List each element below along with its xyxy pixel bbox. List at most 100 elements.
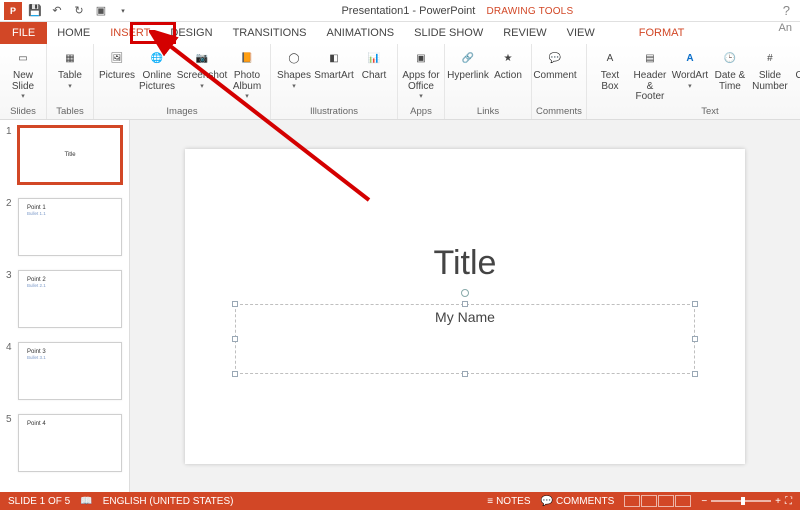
- resize-handle[interactable]: [692, 301, 698, 307]
- selected-textbox[interactable]: My Name: [235, 304, 695, 374]
- shapes-button[interactable]: ◯Shapes: [275, 46, 313, 92]
- thumb-wrap[interactable]: 4Point 3Bullet 3.1: [6, 342, 123, 400]
- slideshow-icon[interactable]: ▣: [92, 2, 110, 20]
- sorter-view-button[interactable]: [641, 495, 657, 507]
- window-title: Presentation1 - PowerPoint DRAWING TOOLS: [132, 5, 783, 17]
- textbox-button[interactable]: AText Box: [591, 46, 629, 94]
- fit-button[interactable]: ⛶: [785, 496, 792, 507]
- photo-album-button[interactable]: 📙Photo Album: [228, 46, 266, 102]
- group-links-label: Links: [449, 105, 527, 119]
- online-pictures-button[interactable]: 🌐Online Pictures: [138, 46, 176, 94]
- resize-handle[interactable]: [462, 301, 468, 307]
- zoom-slider[interactable]: [711, 500, 771, 502]
- screenshot-button[interactable]: 📷Screenshot: [178, 46, 226, 92]
- slide-thumbnail[interactable]: Point 2Bullet 2.1: [18, 270, 122, 328]
- tab-transitions[interactable]: TRANSITIONS: [223, 22, 317, 44]
- resize-handle[interactable]: [462, 371, 468, 377]
- tab-view[interactable]: VIEW: [557, 22, 605, 44]
- tab-design[interactable]: DESIGN: [160, 22, 222, 44]
- help-icon[interactable]: ?: [783, 3, 790, 18]
- shapes-label: Shapes: [277, 71, 311, 82]
- chart-label: Chart: [362, 71, 386, 82]
- smartart-button[interactable]: ◧SmartArt: [315, 46, 353, 84]
- slide-thumbnail[interactable]: Title: [18, 126, 122, 184]
- tab-animations[interactable]: ANIMATIONS: [317, 22, 405, 44]
- group-images: 🖼Pictures 🌐Online Pictures 📷Screenshot 📙…: [94, 44, 271, 119]
- undo-icon[interactable]: ↶: [48, 2, 66, 20]
- table-icon: ▦: [59, 48, 81, 70]
- slide-thumbnail[interactable]: Point 3Bullet 3.1: [18, 342, 122, 400]
- header-footer-button[interactable]: ▤Header & Footer: [631, 46, 669, 105]
- tab-file[interactable]: FILE: [0, 22, 47, 44]
- group-comments: 💬Comment Comments: [532, 44, 587, 119]
- group-apps: ▣Apps for Office Apps: [398, 44, 445, 119]
- zoom-in-button[interactable]: +: [775, 496, 781, 507]
- save-icon[interactable]: 💾: [26, 2, 44, 20]
- tab-insert[interactable]: INSERT: [100, 22, 160, 44]
- chart-icon: 📊: [363, 48, 385, 70]
- action-button[interactable]: ★Action: [489, 46, 527, 84]
- wordart-button[interactable]: AWordArt: [671, 46, 709, 92]
- textbox-content[interactable]: My Name: [236, 305, 694, 325]
- tab-review[interactable]: REVIEW: [493, 22, 556, 44]
- language-status[interactable]: ENGLISH (UNITED STATES): [103, 496, 234, 507]
- apps-icon: ▣: [410, 48, 432, 70]
- slide-thumbnail[interactable]: Point 4: [18, 414, 122, 472]
- pictures-button[interactable]: 🖼Pictures: [98, 46, 136, 84]
- slide-canvas[interactable]: Title My Name: [130, 120, 800, 492]
- group-slides-label: Slides: [4, 105, 42, 119]
- quick-access-toolbar: 💾 ↶ ↻ ▣ ▾: [26, 2, 132, 20]
- resize-handle[interactable]: [232, 336, 238, 342]
- reading-view-button[interactable]: [658, 495, 674, 507]
- zoom-out-button[interactable]: −: [701, 496, 707, 507]
- slideshow-view-button[interactable]: [675, 495, 691, 507]
- notes-button[interactable]: ≡ NOTES: [487, 496, 530, 507]
- comment-icon: 💬: [544, 48, 566, 70]
- redo-icon[interactable]: ↻: [70, 2, 88, 20]
- thumb-wrap[interactable]: 5Point 4: [6, 414, 123, 472]
- object-button[interactable]: ◫Object: [791, 46, 800, 84]
- apps-label: Apps for Office: [402, 71, 440, 92]
- ribbon: ▭New Slide Slides ▦Table Tables 🖼Picture…: [0, 44, 800, 120]
- tab-slideshow[interactable]: SLIDE SHOW: [404, 22, 493, 44]
- new-slide-button[interactable]: ▭New Slide: [4, 46, 42, 102]
- slide-title[interactable]: Title: [185, 244, 745, 283]
- comments-button-status[interactable]: 💬 COMMENTS: [541, 496, 615, 507]
- table-button[interactable]: ▦Table: [51, 46, 89, 92]
- action-icon: ★: [497, 48, 519, 70]
- pictures-icon: 🖼: [106, 48, 128, 70]
- tab-home[interactable]: HOME: [47, 22, 100, 44]
- hyperlink-button[interactable]: 🔗Hyperlink: [449, 46, 487, 84]
- date-time-label: Date & Time: [711, 71, 749, 92]
- qat-dropdown-icon[interactable]: ▾: [114, 2, 132, 20]
- slide-thumbnails-panel[interactable]: 1Title 2Point 1Bullet 1.1 3Point 2Bullet 2…: [0, 120, 130, 492]
- tab-format[interactable]: FORMAT: [629, 22, 695, 44]
- workspace: 1Title 2Point 1Bullet 1.1 3Point 2Bullet 2…: [0, 120, 800, 492]
- comment-button[interactable]: 💬Comment: [536, 46, 574, 84]
- view-buttons: [624, 495, 691, 507]
- resize-handle[interactable]: [232, 371, 238, 377]
- resize-handle[interactable]: [692, 371, 698, 377]
- thumb-wrap[interactable]: 3Point 2Bullet 2.1: [6, 270, 123, 328]
- current-slide[interactable]: Title My Name: [185, 149, 745, 464]
- normal-view-button[interactable]: [624, 495, 640, 507]
- slide-number-button[interactable]: #Slide Number: [751, 46, 789, 94]
- group-text: AText Box ▤Header & Footer AWordArt 🕒Dat…: [587, 44, 800, 119]
- zoom-thumb[interactable]: [741, 497, 745, 505]
- resize-handle[interactable]: [232, 301, 238, 307]
- online-pictures-label: Online Pictures: [138, 71, 176, 92]
- smartart-icon: ◧: [323, 48, 345, 70]
- spellcheck-icon[interactable]: 📖: [80, 496, 92, 507]
- date-time-button[interactable]: 🕒Date & Time: [711, 46, 749, 94]
- textbox-label: Text Box: [591, 71, 629, 92]
- resize-handle[interactable]: [692, 336, 698, 342]
- thumb-wrap[interactable]: 2Point 1Bullet 1.1: [6, 198, 123, 256]
- online-pictures-icon: 🌐: [146, 48, 168, 70]
- screenshot-label: Screenshot: [177, 71, 228, 82]
- chart-button[interactable]: 📊Chart: [355, 46, 393, 84]
- slide-thumbnail[interactable]: Point 1Bullet 1.1: [18, 198, 122, 256]
- thumb-wrap[interactable]: 1Title: [6, 126, 123, 184]
- apps-button[interactable]: ▣Apps for Office: [402, 46, 440, 102]
- group-tables: ▦Table Tables: [47, 44, 94, 119]
- rotate-handle[interactable]: [461, 289, 469, 297]
